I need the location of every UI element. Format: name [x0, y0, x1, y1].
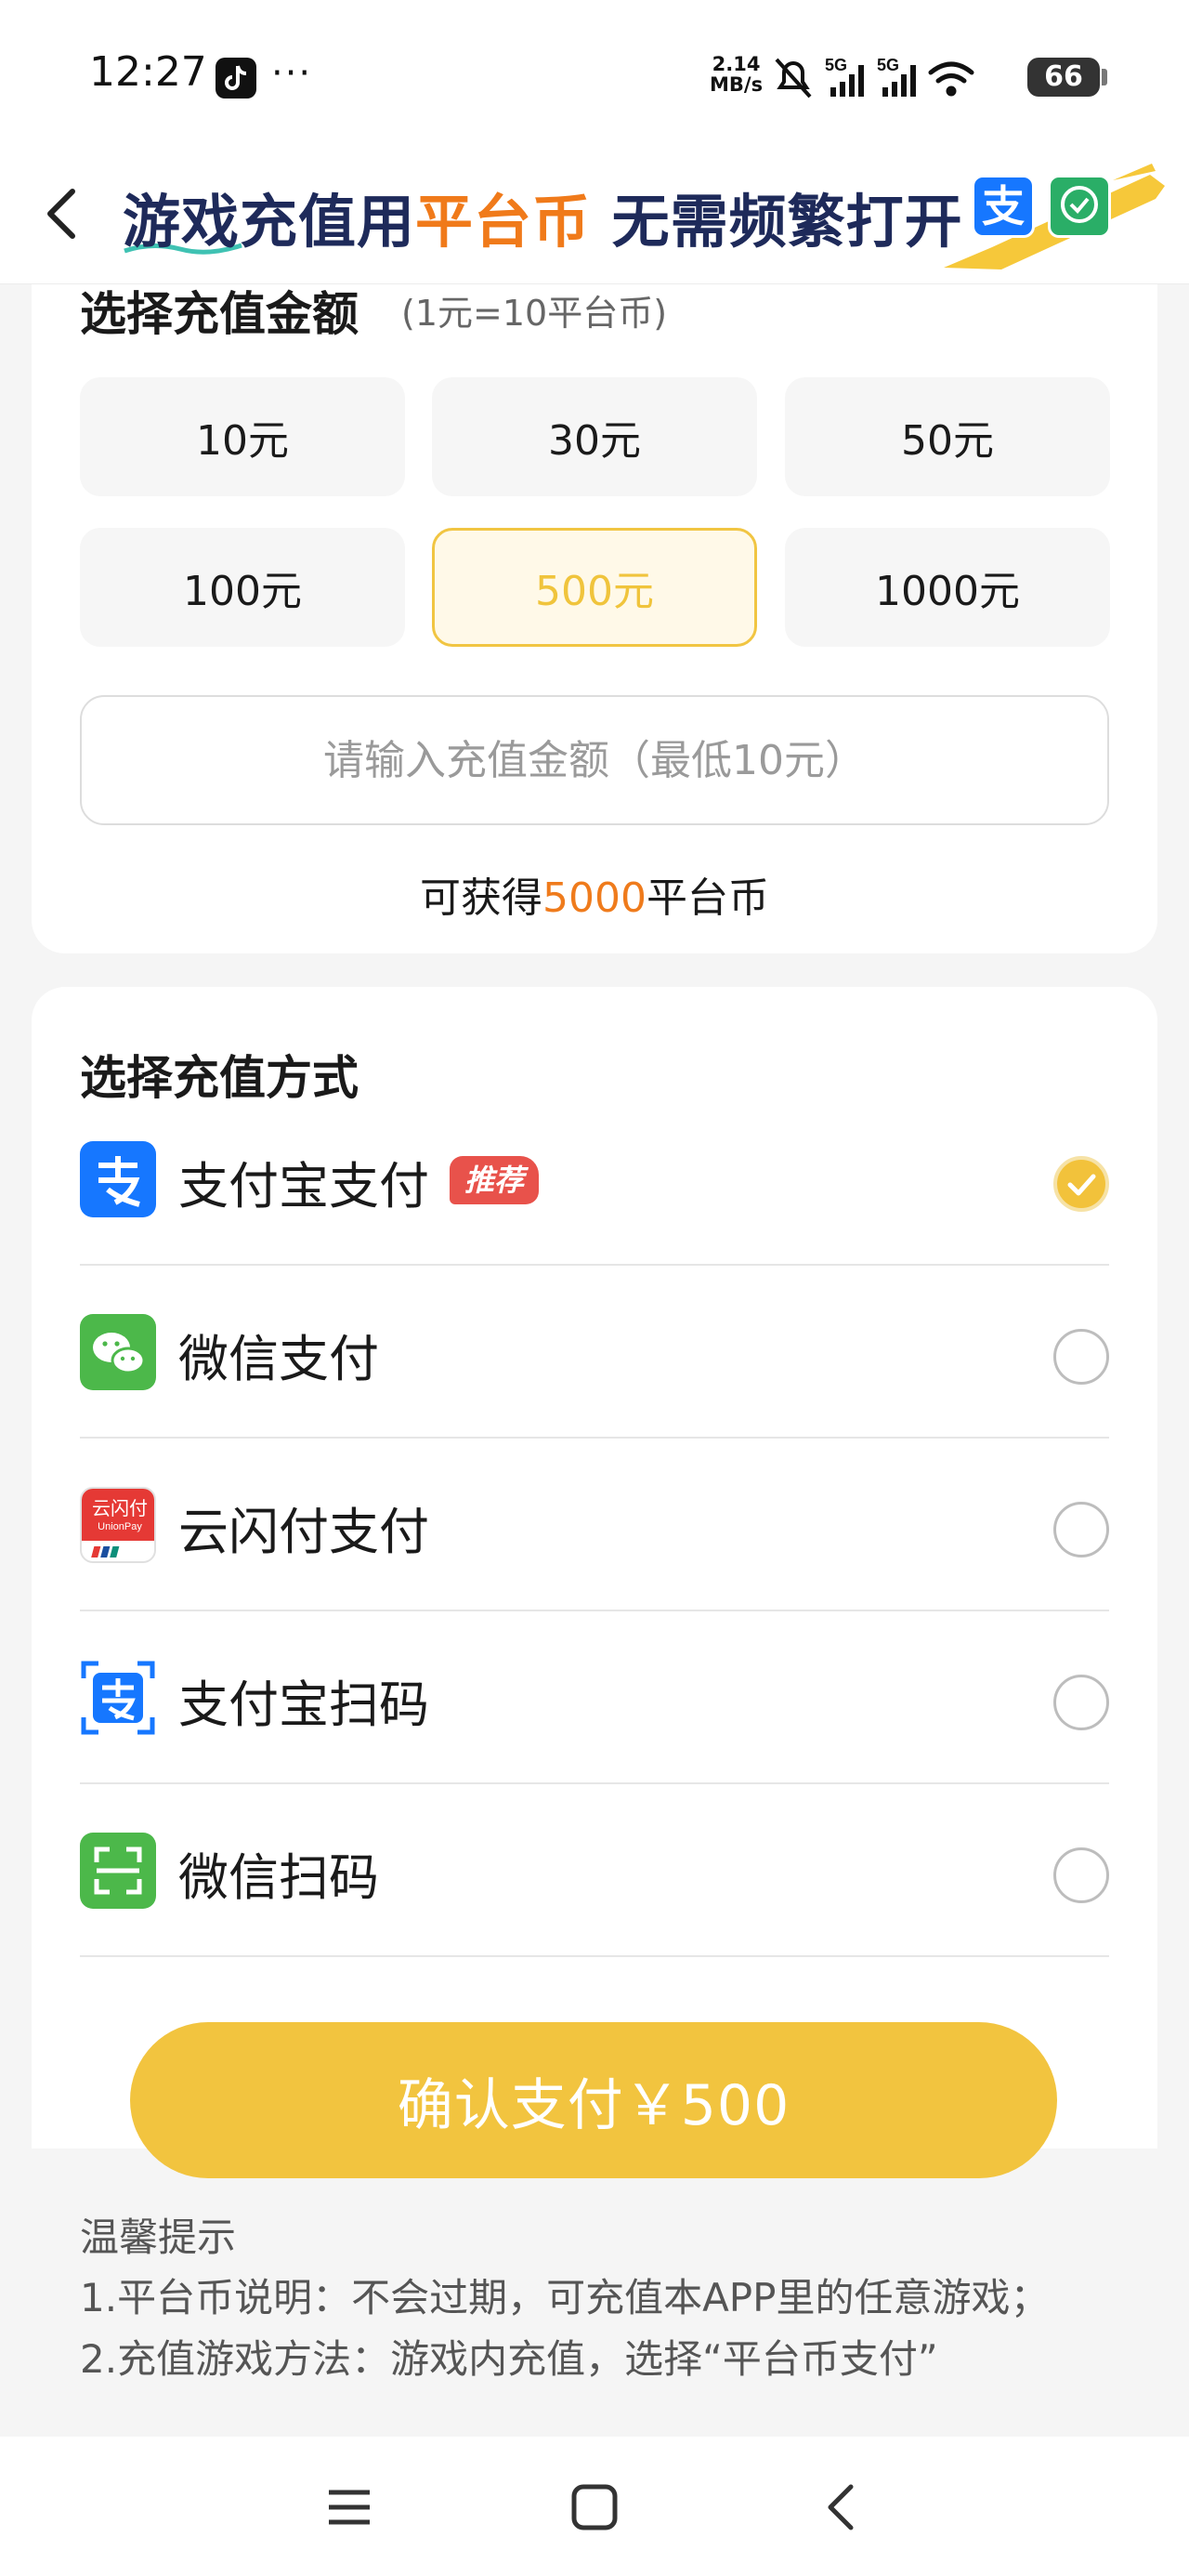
- amount-option-50[interactable]: 50元: [785, 377, 1110, 496]
- payment-method-wechat-scan[interactable]: 微信扫码: [80, 1784, 1109, 1957]
- mute-bell-icon: [775, 58, 812, 99]
- radio-checked[interactable]: [1053, 1156, 1109, 1212]
- tips-section: 温馨提示 1.平台币说明：不会过期，可充值本APP里的任意游戏； 2.充值游戏方…: [80, 2208, 1148, 2390]
- payment-method-label: 微信扫码: [178, 1848, 379, 1907]
- payment-method-label: 微信支付: [178, 1330, 379, 1388]
- amount-option-500[interactable]: 500元: [432, 528, 757, 647]
- radio-unchecked[interactable]: [1053, 1675, 1109, 1730]
- back-arrow-icon: [47, 189, 75, 239]
- wechat-logo-icon: [1048, 175, 1111, 238]
- banner-text-accent: 平台币: [415, 188, 592, 256]
- promo-banner: 游戏充值用平台币 无需频繁打开: [123, 175, 963, 258]
- unionpay-icon-text-cn: 云闪付: [92, 1497, 148, 1519]
- tips-line-1: 1.平台币说明：不会过期，可充值本APP里的任意游戏；: [80, 2275, 1050, 2320]
- custom-amount-input[interactable]: [80, 695, 1109, 825]
- nav-home-button[interactable]: [565, 2477, 624, 2537]
- network-speed: 2.14 MB/s: [710, 54, 763, 95]
- nav-back-button[interactable]: [812, 2477, 871, 2537]
- wechat-scan-icon: [80, 1833, 156, 1909]
- banner-text-part1: 游戏充值用: [123, 188, 416, 256]
- status-bar: 12:27 ··· 2.14 MB/s 5G 5G 66: [0, 0, 1189, 149]
- amount-option-10[interactable]: 10元: [80, 377, 405, 496]
- banner-text-part2: 无需频繁打开: [591, 188, 963, 256]
- payment-method-label: 支付宝扫码: [178, 1676, 429, 1734]
- radio-unchecked[interactable]: [1053, 1847, 1109, 1903]
- alipay-icon: [80, 1141, 156, 1217]
- amount-option-1000[interactable]: 1000元: [785, 528, 1110, 647]
- payment-method-alipay[interactable]: 支付宝支付 推荐: [80, 1093, 1109, 1266]
- wifi-icon: [928, 61, 974, 97]
- payment-method-label: 云闪付支付: [178, 1503, 429, 1561]
- status-time: 12:27: [89, 48, 207, 96]
- payment-method-unionpay[interactable]: 云闪付 UnionPay 云闪付支付: [80, 1439, 1109, 1611]
- nav-menu-button[interactable]: [320, 2477, 379, 2537]
- exchange-rate-note: (1元=10平台币): [401, 293, 668, 334]
- coins-summary: 可获得5000平台币: [0, 864, 1189, 924]
- alipay-logo-icon: 支: [972, 175, 1035, 238]
- unionpay-icon: 云闪付 UnionPay: [80, 1487, 156, 1563]
- amount-option-30[interactable]: 30元: [432, 377, 757, 496]
- coins-suffix: 平台币: [646, 874, 769, 922]
- back-button[interactable]: [33, 177, 93, 251]
- amount-option-100[interactable]: 100元: [80, 528, 405, 647]
- battery-icon: 66: [1027, 58, 1100, 97]
- status-icons: 5G 5G: [775, 56, 974, 99]
- recommend-badge: 推荐: [450, 1156, 539, 1204]
- network-speed-value: 2.14: [712, 53, 761, 75]
- back-arrow-icon: [828, 2484, 854, 2530]
- checkmark-icon: [1067, 1174, 1096, 1196]
- tips-line-2: 2.充值游戏方法：游戏内充值，选择“平台币支付”: [80, 2336, 938, 2382]
- amount-section-title: 选择充值金额: [80, 287, 359, 341]
- coins-prefix: 可获得: [420, 874, 542, 922]
- tiktok-notification-icon: [216, 58, 256, 99]
- radio-unchecked[interactable]: [1053, 1502, 1109, 1557]
- alipay-scan-icon: [80, 1660, 156, 1736]
- home-square-icon: [571, 2484, 618, 2530]
- payment-method-label: 支付宝支付: [178, 1157, 429, 1216]
- menu-icon: [329, 2490, 370, 2525]
- radio-unchecked[interactable]: [1053, 1329, 1109, 1385]
- wechat-icon: [80, 1314, 156, 1390]
- coins-value: 5000: [542, 874, 647, 922]
- payment-method-alipay-scan[interactable]: 支付宝扫码: [80, 1611, 1109, 1784]
- unionpay-icon-text-en: UnionPay: [98, 1521, 142, 1532]
- network-type-2: 5G: [877, 56, 899, 74]
- confirm-payment-button[interactable]: 确认支付￥500: [130, 2022, 1057, 2178]
- system-nav-bar: [0, 2437, 1189, 2576]
- payment-method-wechat[interactable]: 微信支付: [80, 1266, 1109, 1439]
- header: 游戏充值用平台币 无需频繁打开 支: [0, 149, 1189, 284]
- battery-tip: [1102, 69, 1107, 85]
- network-type-1: 5G: [825, 56, 847, 74]
- more-notifications-indicator: ···: [271, 52, 313, 95]
- tips-title: 温馨提示: [80, 2215, 237, 2260]
- network-speed-unit: MB/s: [710, 73, 764, 96]
